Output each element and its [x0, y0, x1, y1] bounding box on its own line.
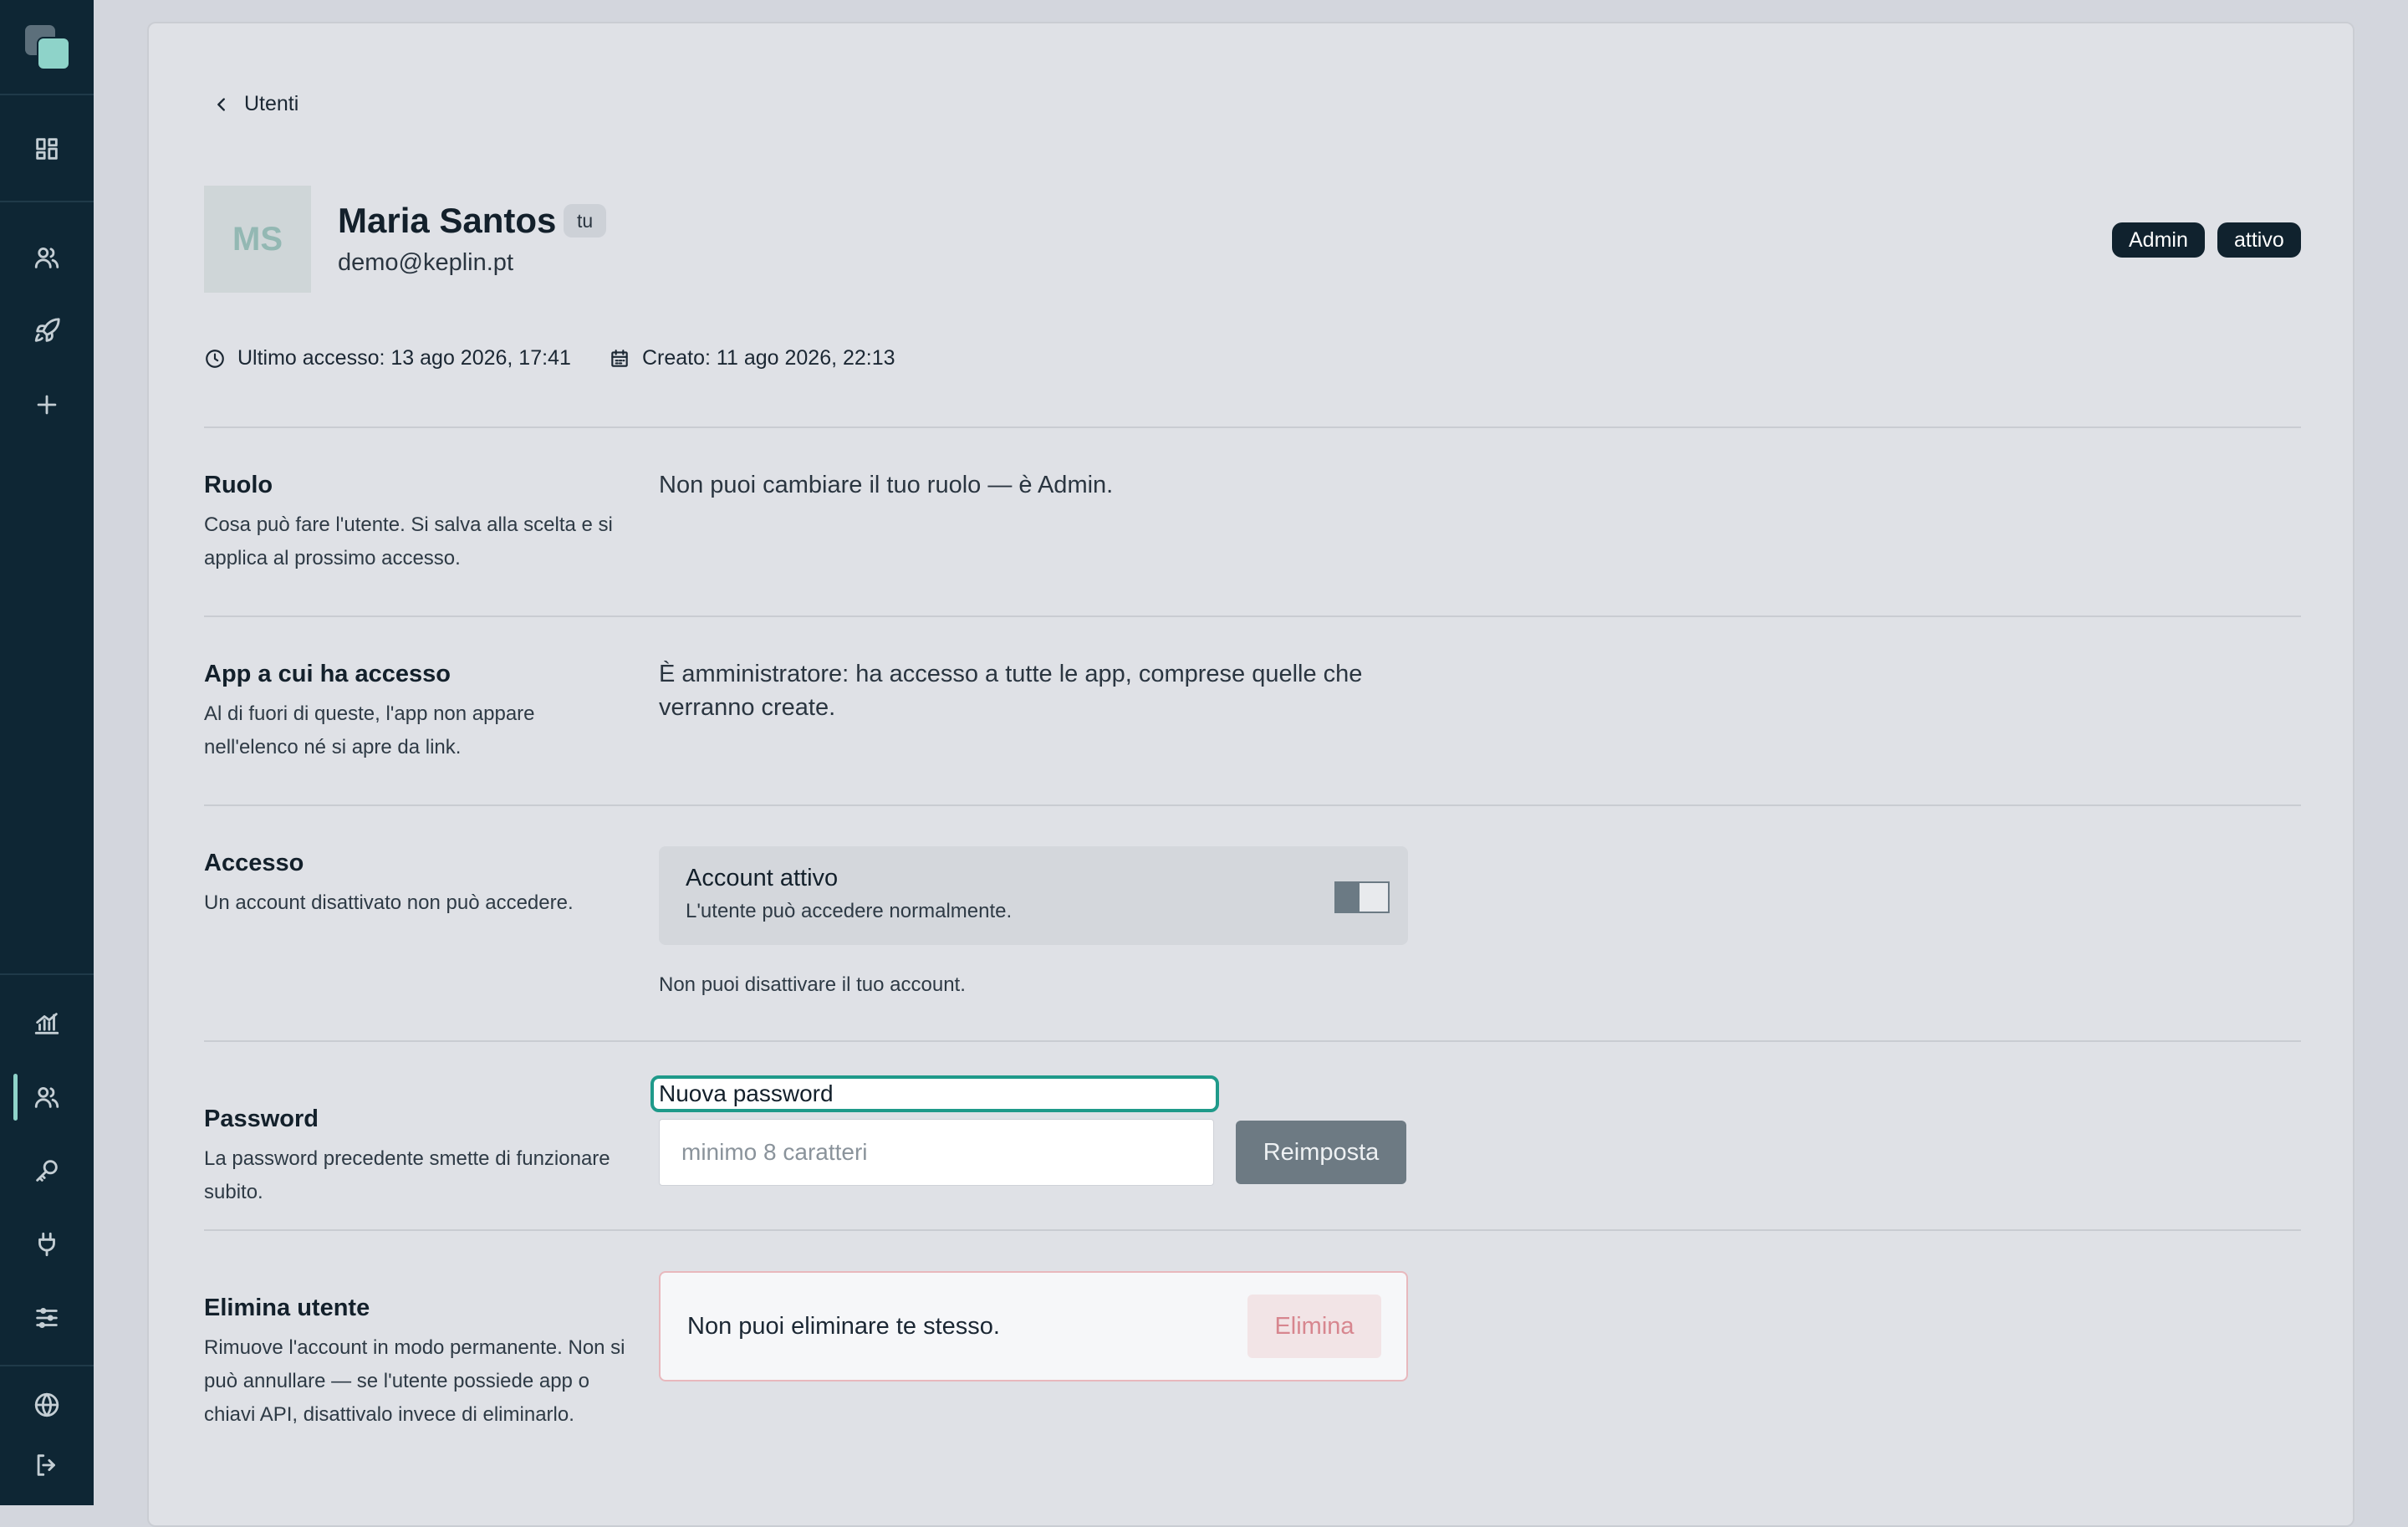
password-desc: La password precedente smette di funzion…	[204, 1147, 610, 1203]
chevron-left-icon	[217, 97, 225, 111]
dashboard-icon[interactable]	[30, 132, 64, 166]
sidebar	[0, 0, 94, 1505]
created-text: Creato: 11 ago 2026, 22:13	[642, 346, 895, 370]
apps-title: App a cui ha accesso	[204, 661, 451, 687]
users-icon[interactable]	[30, 1080, 64, 1114]
sidebar-divider	[0, 94, 94, 95]
role-text: Non puoi cambiare il tuo ruolo — è Admin…	[659, 472, 1114, 498]
access-desc: Un account disattivato non può accedere.	[204, 891, 574, 914]
account-active-title: Account attivo	[686, 865, 839, 891]
apps-text: È amministratore: ha accesso a tutte le …	[659, 661, 1363, 721]
account-active-box: Account attivo L'utente può accedere nor…	[659, 846, 1408, 945]
new-password-input[interactable]	[659, 1119, 1214, 1186]
account-active-toggle[interactable]	[1334, 881, 1390, 913]
status-badge: attivo	[2217, 222, 2301, 258]
avatar: MS	[204, 186, 311, 293]
divider	[204, 804, 2301, 806]
sidebar-divider	[0, 201, 94, 202]
plug-icon[interactable]	[30, 1228, 64, 1261]
back-label: Utenti	[244, 92, 299, 115]
calendar-icon	[611, 349, 628, 367]
apps-desc: Al di fuori di queste, l'app non appare …	[204, 702, 535, 758]
user-email: demo@keplin.pt	[338, 249, 513, 276]
access-note: Non puoi disattivare il tuo account.	[659, 973, 966, 996]
last-access: Ultimo accesso: 13 ago 2026, 17:41	[204, 346, 571, 370]
user-name: Maria Santos	[338, 201, 557, 240]
created-date: Creato: 11 ago 2026, 22:13	[609, 346, 895, 370]
last-access-text: Ultimo accesso: 13 ago 2026, 17:41	[237, 346, 571, 370]
logout-icon[interactable]	[30, 1448, 64, 1482]
delete-title: Elimina utente	[204, 1295, 370, 1321]
reset-password-button[interactable]: Reimposta	[1236, 1121, 1406, 1184]
sidebar-divider	[0, 1365, 94, 1366]
delete-desc: Rimuove l'account in modo permanente. No…	[204, 1336, 625, 1426]
user-detail-card: Utenti MS Maria Santos tu demo@keplin.pt…	[147, 22, 2354, 1527]
divider	[204, 615, 2301, 617]
access-title: Accesso	[204, 850, 304, 876]
app-logo[interactable]	[25, 25, 70, 70]
self-tag: tu	[564, 204, 607, 237]
role-desc: Cosa può fare l'utente. Si salva alla sc…	[204, 513, 613, 569]
users-icon[interactable]	[30, 241, 64, 274]
back-link[interactable]: Utenti	[212, 92, 298, 116]
new-password-label[interactable]: Nuova password	[650, 1075, 1219, 1112]
chart-icon[interactable]	[30, 1007, 64, 1040]
sliders-icon[interactable]	[30, 1301, 64, 1335]
sidebar-divider	[0, 973, 94, 975]
plus-icon[interactable]	[30, 388, 64, 421]
active-indicator	[13, 1074, 18, 1121]
delete-box: Non puoi eliminare te stesso. Elimina	[659, 1271, 1408, 1381]
divider	[204, 426, 2301, 428]
delete-text: Non puoi eliminare te stesso.	[687, 1313, 1000, 1340]
divider	[204, 1040, 2301, 1042]
key-icon[interactable]	[30, 1154, 64, 1187]
role-badge: Admin	[2112, 222, 2205, 258]
role-title: Ruolo	[204, 472, 273, 498]
password-title: Password	[204, 1106, 319, 1132]
globe-icon[interactable]	[30, 1388, 64, 1422]
divider	[204, 1229, 2301, 1231]
account-active-sub: L'utente può accedere normalmente.	[686, 900, 1013, 922]
clock-icon	[206, 349, 224, 368]
rocket-icon[interactable]	[30, 314, 64, 348]
delete-button[interactable]: Elimina	[1247, 1295, 1381, 1358]
